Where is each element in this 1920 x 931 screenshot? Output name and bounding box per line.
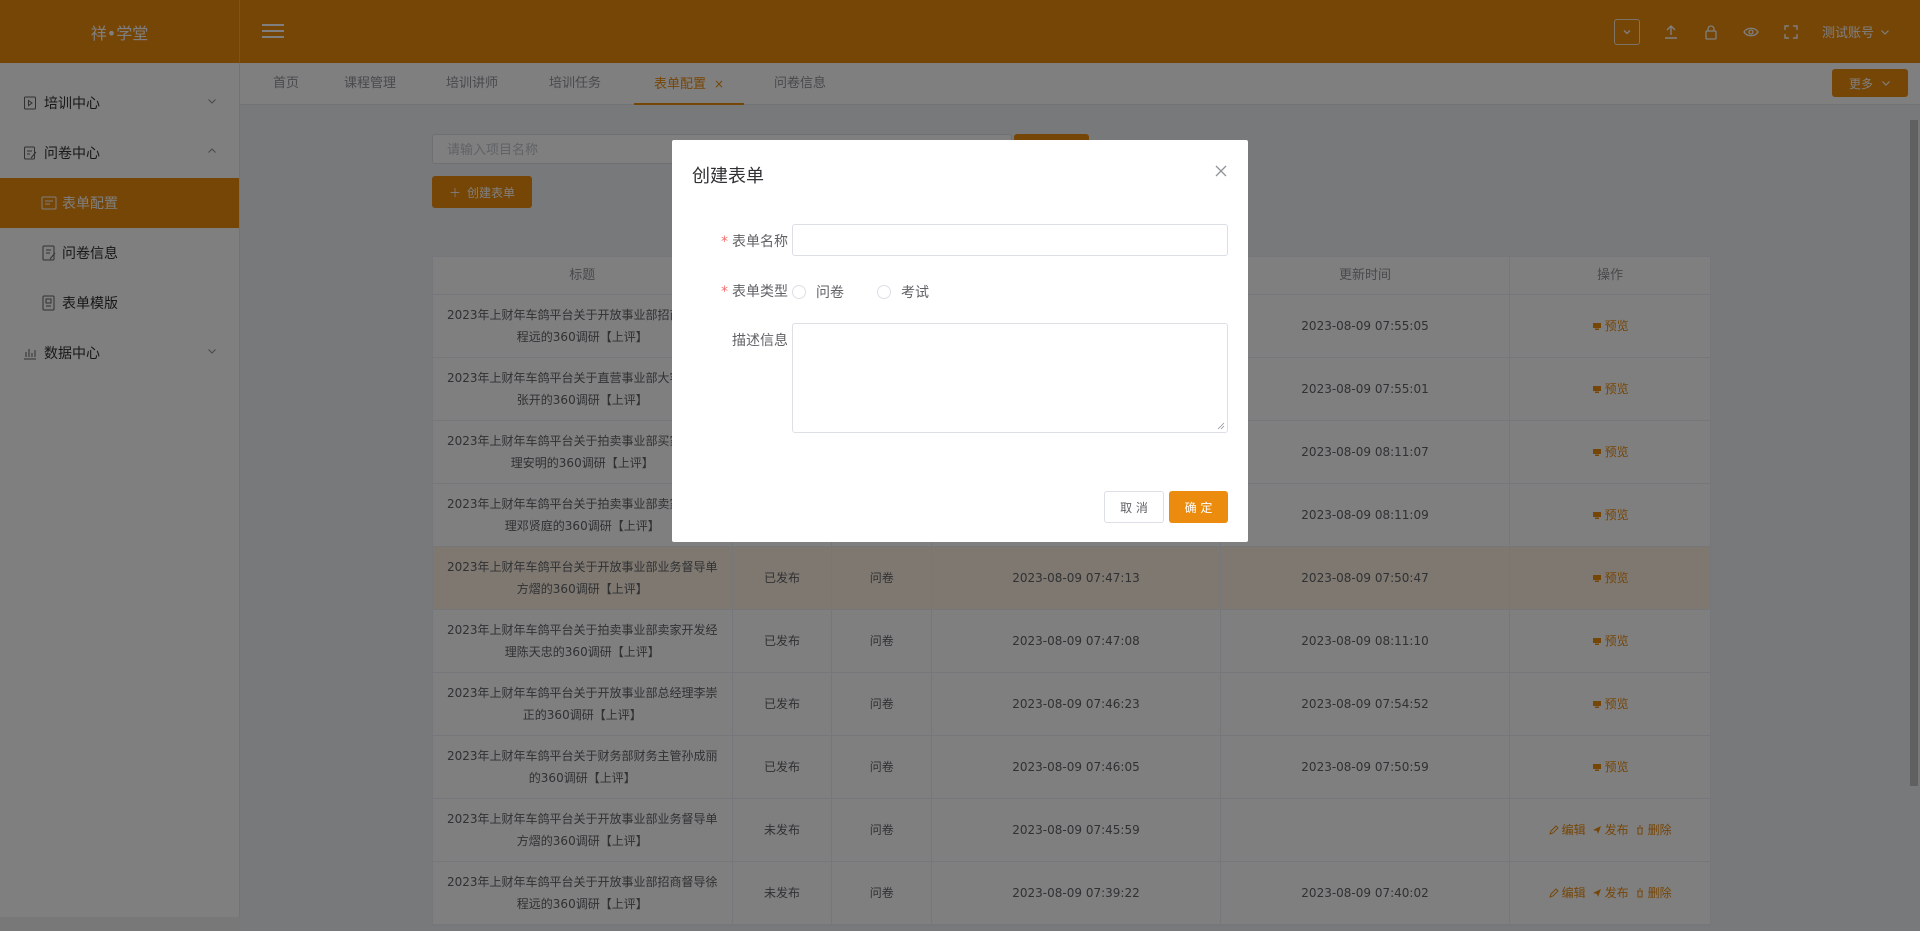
radio-circle-icon — [792, 285, 806, 299]
radio-label: 问卷 — [816, 285, 844, 301]
create-form-dialog: 创建表单 * 表单名称 * 表单类型 问卷 考试 描述信息 取 消 确 定 — [672, 140, 1248, 542]
radio-questionnaire[interactable]: 问卷 — [792, 282, 844, 302]
confirm-button[interactable]: 确 定 — [1169, 491, 1228, 523]
radio-exam[interactable]: 考试 — [877, 282, 929, 302]
radio-label: 考试 — [901, 285, 929, 301]
form-name-label: * 表单名称 — [692, 231, 788, 251]
form-type-label: * 表单类型 — [692, 281, 788, 301]
resize-handle-icon[interactable] — [1217, 422, 1225, 430]
required-asterisk: * — [721, 284, 728, 300]
form-name-label-text: 表单名称 — [732, 234, 788, 250]
desc-label: 描述信息 — [732, 333, 788, 349]
radio-circle-icon — [877, 285, 891, 299]
cancel-button[interactable]: 取 消 — [1104, 491, 1164, 523]
close-icon[interactable] — [1214, 164, 1228, 178]
form-type-label-text: 表单类型 — [732, 284, 788, 300]
form-name-input[interactable] — [792, 224, 1228, 256]
required-asterisk: * — [721, 234, 728, 250]
dialog-title: 创建表单 — [692, 166, 764, 187]
description-textarea[interactable] — [792, 323, 1228, 433]
